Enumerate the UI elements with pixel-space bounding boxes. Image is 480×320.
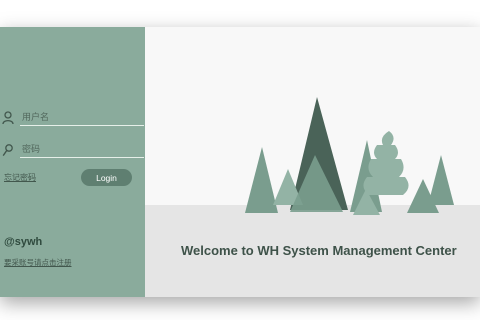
password-input[interactable] <box>20 143 144 158</box>
tree-right <box>428 155 454 205</box>
tree-left <box>245 147 278 213</box>
welcome-title: Welcome to WH System Management Center <box>181 243 457 258</box>
register-link[interactable]: 要采账号请点击注册 <box>4 257 72 268</box>
key-icon <box>2 144 13 156</box>
login-panel: 忘记密码 Login @sywh 要采账号请点击注册 <box>0 27 145 297</box>
password-field <box>0 143 145 159</box>
username-input[interactable] <box>20 111 144 126</box>
username-field <box>0 111 145 127</box>
tree-rounded <box>363 131 409 195</box>
forgot-password-link[interactable]: 忘记密码 <box>4 172 36 183</box>
brand-label: @sywh <box>4 236 43 248</box>
app-window: 忘记密码 Login @sywh 要采账号请点击注册 Welc <box>0 27 480 297</box>
welcome-panel: Welcome to WH System Management Center <box>145 27 480 297</box>
login-button[interactable]: Login <box>81 169 132 186</box>
user-icon <box>2 111 14 125</box>
